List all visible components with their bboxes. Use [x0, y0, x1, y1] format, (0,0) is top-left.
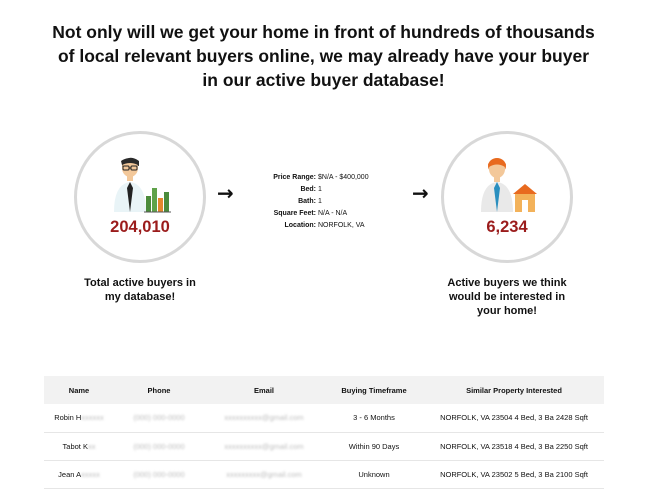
email-blurred: xxxxxxxxx@gmail.com [226, 469, 302, 479]
phone-blurred: (000) 000-0000 [133, 413, 185, 423]
header-name: Name [68, 385, 90, 395]
table-header-row: Name Phone Email Buying Timeframe Simila… [44, 376, 604, 404]
header-phone: Phone [147, 385, 171, 395]
cell-name: Jean Axxxxx [44, 460, 114, 489]
caption-line: your home! [477, 305, 537, 317]
criteria-value: $N/A - $400,000 [318, 174, 369, 181]
criteria-label: Location: [284, 222, 317, 229]
table-row: Jean Axxxxx (000) 000-0000 xxxxxxxxx@gma… [44, 460, 604, 489]
criteria-label: Square Feet: [273, 210, 316, 217]
caption-line: Active buyers we think [447, 277, 567, 289]
cell-phone: (000) 000-0000 [114, 460, 204, 489]
phone-blurred: (000) 000-0000 [133, 441, 185, 451]
criteria-value: N/A - N/A [318, 210, 348, 217]
criteria-value: NORFOLK, VA [318, 222, 365, 229]
criteria-value: 1 [318, 186, 322, 193]
table-row: Robin Hxxxxxx (000) 000-0000 xxxxxxxxxx@… [44, 404, 604, 433]
buyers-table: Name Phone Email Buying Timeframe Simila… [44, 376, 604, 489]
name-blurred: xxxxxx [81, 413, 104, 423]
caption-line: my database! [104, 291, 176, 303]
headline-line-3: in our active buyer database! [202, 70, 445, 90]
name-blurred: xxxxx [81, 469, 100, 479]
table-row: Tabot Kxx (000) 000-0000 xxxxxxxxxx@gmai… [44, 432, 604, 461]
cell-name: Robin Hxxxxxx [44, 404, 114, 433]
header-email: Email [253, 385, 274, 395]
header-property: Similar Property Interested [466, 385, 562, 395]
cell-timeframe: Within 90 Days [324, 432, 424, 461]
criteria-row-price: Price Range: $N/A - $400,000 [246, 172, 406, 184]
criteria-label: Bed: [300, 186, 316, 193]
businessman-chart-icon [114, 157, 171, 213]
arrow-right-icon: → [217, 181, 234, 205]
criteria-row-bed: Bed: 1 [246, 184, 406, 196]
cell-property: NORFOLK, VA 23518 4 Bed, 3 Ba 2250 Sqft [424, 432, 604, 461]
email-blurred: xxxxxxxxxx@gmail.com [224, 441, 304, 451]
criteria-value: 1 [318, 198, 322, 205]
cell-phone: (000) 000-0000 [114, 432, 204, 461]
businessman-house-icon [481, 158, 537, 212]
cell-timeframe: 3 - 6 Months [324, 404, 424, 433]
total-buyers-circle: 204,010 [74, 131, 206, 263]
name-visible: Robin H [54, 413, 82, 423]
cell-property: NORFOLK, VA 23502 5 Bed, 3 Ba 2100 Sqft [424, 460, 604, 489]
cell-phone: (000) 000-0000 [114, 404, 204, 433]
email-blurred: xxxxxxxxxx@gmail.com [224, 413, 304, 423]
caption-line: would be interested in [448, 291, 566, 303]
criteria-row-bath: Bath: 1 [246, 196, 406, 208]
cell-property: NORFOLK, VA 23504 4 Bed, 3 Ba 2428 Sqft [424, 404, 604, 433]
interested-buyers-circle: 6,234 [441, 131, 573, 263]
criteria-row-location: Location: NORFOLK, VA [246, 220, 406, 232]
arrow-right-icon: → [412, 181, 429, 205]
total-buyers-caption: Total active buyers in my database! [58, 276, 222, 304]
criteria-label: Bath: [298, 198, 316, 205]
headline-line-1: Not only will we get your home in front … [52, 22, 595, 42]
interested-buyers-caption: Active buyers we think would be interest… [425, 276, 589, 318]
cell-timeframe: Unknown [324, 460, 424, 489]
header-timeframe: Buying Timeframe [341, 385, 407, 395]
criteria-row-sqft: Square Feet: N/A - N/A [246, 208, 406, 220]
name-blurred: xx [87, 441, 96, 451]
total-buyers-count: 204,010 [110, 218, 170, 236]
headline: Not only will we get your home in front … [30, 20, 617, 92]
headline-line-2: of local relevant buyers online, we may … [57, 46, 590, 66]
criteria-label: Price Range: [273, 174, 316, 181]
cell-email: xxxxxxxxx@gmail.com [204, 460, 324, 489]
name-visible: Jean A [58, 469, 82, 479]
phone-blurred: (000) 000-0000 [133, 469, 185, 479]
name-visible: Tabot K [62, 441, 88, 451]
interested-buyers-count: 6,234 [486, 218, 528, 236]
cell-email: xxxxxxxxxx@gmail.com [204, 432, 324, 461]
cell-email: xxxxxxxxxx@gmail.com [204, 404, 324, 433]
search-criteria: Price Range: $N/A - $400,000 Bed: 1 Bath… [246, 172, 406, 232]
cell-name: Tabot Kxx [44, 432, 114, 461]
caption-line: Total active buyers in [84, 277, 196, 289]
